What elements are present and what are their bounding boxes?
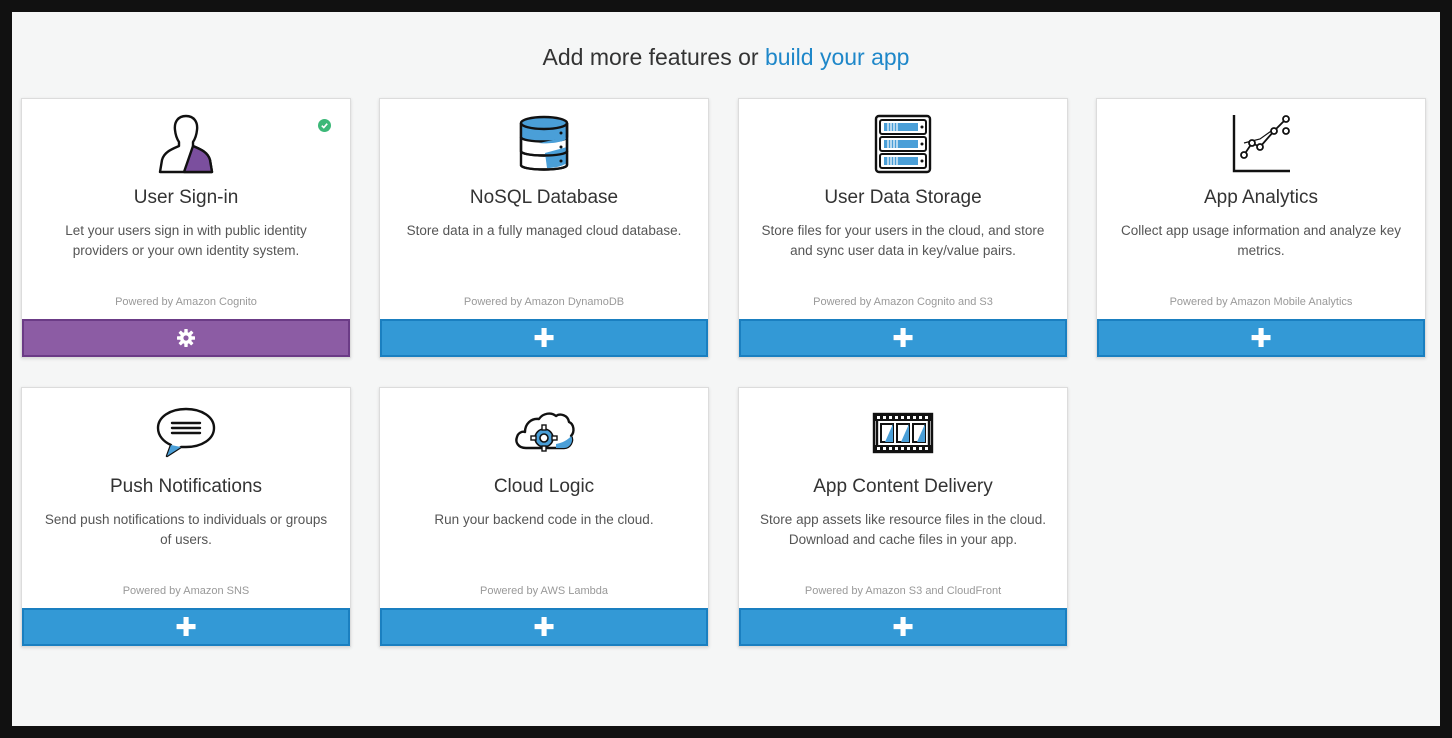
enabled-check-icon <box>318 119 331 132</box>
card-description: Collect app usage information and analyz… <box>1121 223 1401 258</box>
feature-card-cloud-logic: Cloud Logic Run your backend code in the… <box>379 387 709 647</box>
add-app-content-delivery-button[interactable]: ✚ <box>739 608 1067 646</box>
feature-card-user-data-storage: User Data Storage Store files for your u… <box>738 98 1068 358</box>
card-powered-by: Powered by Amazon Cognito <box>115 296 257 308</box>
add-cloud-logic-button[interactable]: ✚ <box>380 608 708 646</box>
configure-user-sign-in-button[interactable] <box>22 319 350 357</box>
page-heading: Add more features or build your app <box>12 44 1440 71</box>
card-title: App Analytics <box>1203 187 1319 208</box>
card-title: Cloud Logic <box>493 476 595 497</box>
card-powered-by: Powered by Amazon Cognito and S3 <box>813 296 993 308</box>
add-push-notifications-button[interactable]: ✚ <box>22 608 350 646</box>
card-description: Let your users sign in with public ident… <box>65 223 307 258</box>
feature-card-nosql-database: NoSQL Database Store data in a fully man… <box>379 98 709 358</box>
feature-card-user-sign-in: User Sign-in Let your users sign in with… <box>21 98 351 358</box>
feature-card-app-content-delivery: App Content Delivery Store app assets li… <box>738 387 1068 647</box>
plus-icon: ✚ <box>892 611 914 642</box>
database-icon <box>509 111 579 177</box>
plus-icon: ✚ <box>175 611 197 642</box>
card-powered-by: Powered by Amazon S3 and CloudFront <box>804 585 1002 597</box>
card-description: Send push notifications to individuals o… <box>44 512 328 547</box>
user-silhouette-icon <box>151 111 221 177</box>
card-powered-by: Powered by Amazon DynamoDB <box>463 296 625 308</box>
heading-text: Add more features or <box>542 44 759 70</box>
card-description: Run your backend code in the cloud. <box>434 512 654 527</box>
card-title: NoSQL Database <box>469 187 619 208</box>
features-panel: Add more features or build your app User… <box>12 12 1440 726</box>
add-nosql-database-button[interactable]: ✚ <box>380 319 708 357</box>
card-title: Push Notifications <box>109 476 263 497</box>
card-title: User Data Storage <box>824 187 982 208</box>
card-powered-by: Powered by Amazon Mobile Analytics <box>1169 296 1353 308</box>
plus-icon: ✚ <box>533 611 555 642</box>
plus-icon: ✚ <box>533 322 555 353</box>
server-storage-icon <box>868 111 938 177</box>
card-description: Store app assets like resource files in … <box>760 512 1046 547</box>
feature-card-app-analytics: App Analytics Collect app usage informat… <box>1096 98 1426 358</box>
card-description: Store files for your users in the cloud,… <box>761 223 1045 258</box>
gear-icon <box>177 329 195 347</box>
card-powered-by: Powered by Amazon SNS <box>122 585 250 597</box>
card-title: App Content Delivery <box>813 476 993 497</box>
card-powered-by: Powered by AWS Lambda <box>480 585 608 597</box>
cloud-gear-icon <box>509 400 579 466</box>
add-app-analytics-button[interactable]: ✚ <box>1097 319 1425 357</box>
card-description: Store data in a fully managed cloud data… <box>406 223 682 238</box>
add-user-data-storage-button[interactable]: ✚ <box>739 319 1067 357</box>
film-strip-icon <box>868 400 938 466</box>
speech-bubble-icon <box>151 400 221 466</box>
feature-card-push-notifications: Push Notifications Send push notificatio… <box>21 387 351 647</box>
line-chart-icon <box>1226 111 1296 177</box>
plus-icon: ✚ <box>892 322 914 353</box>
card-title: User Sign-in <box>133 187 239 208</box>
plus-icon: ✚ <box>1250 322 1272 353</box>
build-app-link[interactable]: build your app <box>765 44 910 70</box>
